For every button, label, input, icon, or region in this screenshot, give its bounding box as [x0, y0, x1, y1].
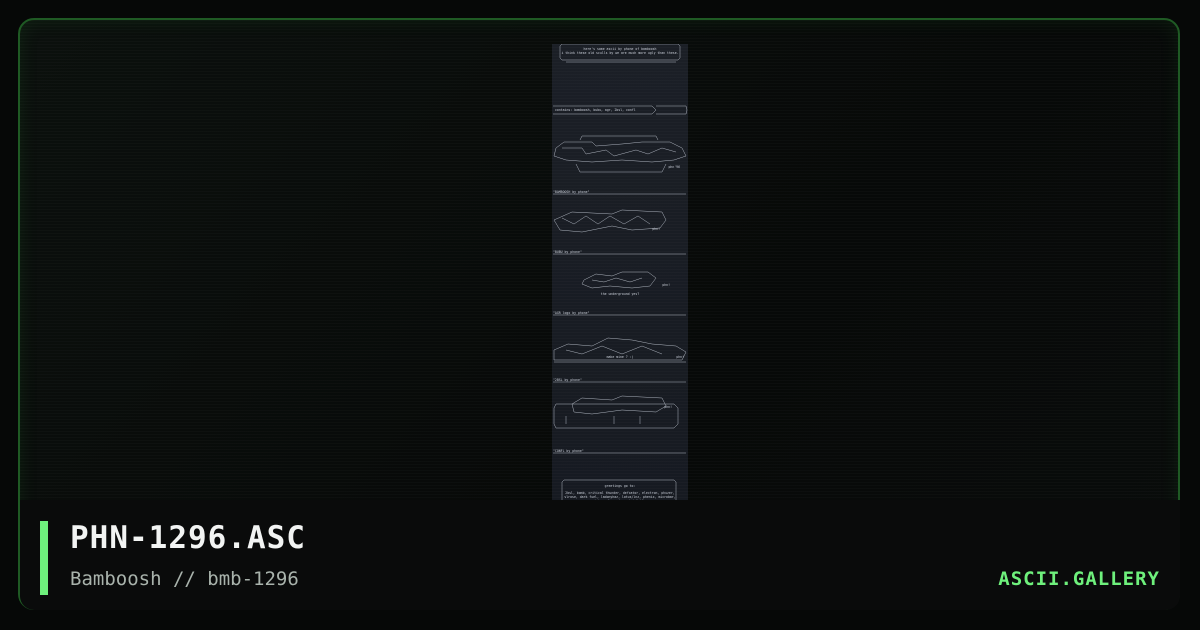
- page: here's some ascii by phone of bamboosh i…: [0, 0, 1200, 630]
- logo-bamboosh: [553, 135, 687, 173]
- ascii-tools-line: contains: bamboosh, bubu, agr, 2bsl, con…: [555, 108, 636, 112]
- artwork-byline: Bamboosh // bmb-1296: [70, 568, 299, 590]
- ascii-art-panel: here's some ascii by phone of bamboosh i…: [552, 44, 688, 520]
- logo-5-caption: "CONFL by phone": [553, 449, 584, 453]
- logo-4-sub: make mine ? :): [607, 355, 634, 359]
- logo-confl: [553, 395, 679, 429]
- artwork-title: PHN-1296.ASC: [70, 520, 306, 556]
- logo-3-tag: phn!: [662, 283, 670, 287]
- ascii-header-line-2: i think these old sculls by we are much …: [561, 51, 678, 55]
- logo-4-tag: phn!: [676, 355, 684, 359]
- logo-5-tag: phn!: [664, 405, 672, 409]
- logo-bubu: [553, 209, 667, 233]
- greets-title: greetings go to:: [605, 484, 636, 488]
- logo-1-caption: "BAMBOOSH by phone": [553, 190, 590, 194]
- logo-2-caption: "BUBU by phone": [553, 250, 582, 254]
- logo-4-caption: "2BSL by phone": [553, 378, 582, 382]
- logo-2-tag: phn!: [652, 227, 660, 231]
- ascii-art-svg: here's some ascii by phone of bamboosh i…: [553, 44, 688, 520]
- tools-box-tail: [656, 105, 688, 115]
- logo-3-caption: "AGR logo by phone": [553, 311, 590, 315]
- accent-bar: [40, 521, 48, 595]
- site-brand[interactable]: ASCII.GALLERY: [998, 568, 1160, 590]
- info-footer: PHN-1296.ASC Bamboosh // bmb-1296 ASCII.…: [20, 500, 1180, 610]
- logo-1-tag: phn'96: [668, 165, 680, 169]
- logo-3-sub: the underground yes?: [601, 292, 639, 296]
- logo-agr: [581, 271, 657, 289]
